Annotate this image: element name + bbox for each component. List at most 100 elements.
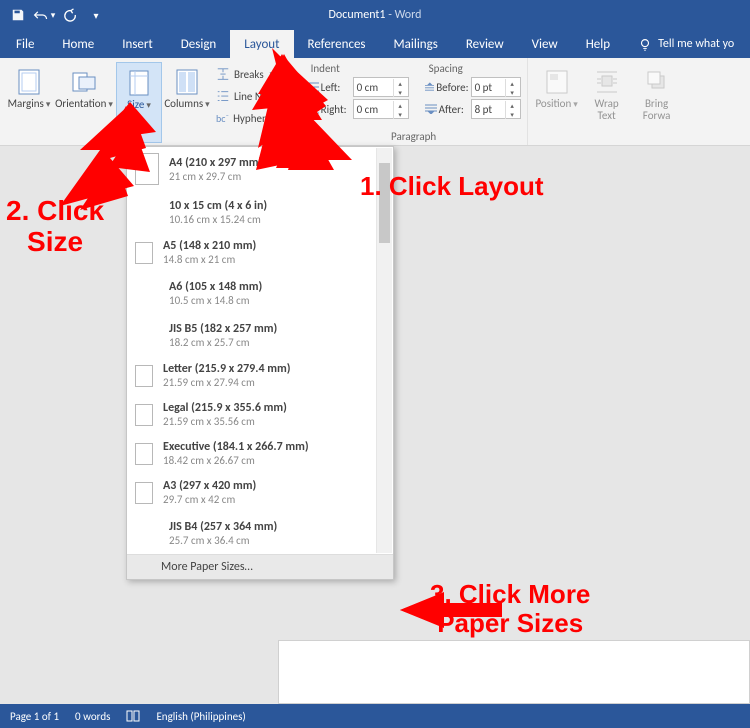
page-thumbnail-icon: [135, 242, 153, 264]
chevron-down-icon: ▾: [146, 100, 151, 111]
group-arrange: Position▾ Wrap Text Bring Forwa: [528, 58, 686, 145]
spacing-before-icon: [425, 82, 435, 92]
bring-forward-button[interactable]: Bring Forwa: [634, 62, 680, 143]
position-button[interactable]: Position▾: [534, 62, 580, 143]
size-button[interactable]: Size▾: [116, 62, 162, 143]
tab-help[interactable]: Help: [572, 30, 624, 58]
tell-me-label: Tell me what yo: [658, 37, 734, 51]
size-option-legal[interactable]: Legal (215.9 x 355.6 mm)21.59 cm x 35.56…: [127, 395, 393, 434]
columns-button[interactable]: Columns▾: [164, 62, 210, 143]
undo-icon: [33, 8, 49, 22]
chevron-down-icon: ▾: [108, 99, 113, 110]
group-paragraph: Indent Left: 0 cm▴▾ Right: 0 cm▴▾ Spacin…: [301, 58, 528, 145]
title-bar: ▾ ▾ Document1 - Word: [0, 0, 750, 30]
indent-left-icon: [307, 82, 319, 92]
tab-review[interactable]: Review: [452, 30, 518, 58]
orientation-button[interactable]: Orientation▾: [54, 62, 114, 143]
breaks-button[interactable]: Breaks▾: [212, 64, 295, 84]
wrap-text-button[interactable]: Wrap Text: [584, 62, 630, 143]
qat-customize-button[interactable]: ▾: [84, 4, 108, 26]
annotation-3: 3. Click MorePaper Sizes: [430, 580, 590, 637]
tell-me-search[interactable]: Tell me what yo: [624, 30, 734, 58]
book-icon: [126, 710, 140, 722]
size-option-a5[interactable]: A5 (148 x 210 mm)14.8 cm x 21 cm: [127, 233, 393, 272]
size-option-jis-b5[interactable]: JIS B5 (182 x 257 mm)18.2 cm x 25.7 cm: [127, 314, 393, 356]
chevron-down-icon: ▾: [270, 69, 275, 80]
undo-button[interactable]: ▾: [32, 4, 56, 26]
columns-icon: [176, 69, 198, 95]
wrap-text-icon: [596, 70, 618, 94]
size-option-executive[interactable]: Executive (184.1 x 266.7 mm)18.42 cm x 2…: [127, 434, 393, 473]
status-bar: Page 1 of 1 0 words English (Philippines…: [0, 704, 750, 728]
app-name: Word: [395, 8, 422, 22]
indent-left-label: Left:: [307, 81, 351, 94]
status-page[interactable]: Page 1 of 1: [10, 710, 59, 723]
page-thumbnail-icon: [135, 404, 153, 426]
indent-right-icon: [307, 104, 319, 114]
redo-button[interactable]: [58, 4, 82, 26]
size-option-10x15[interactable]: 10 x 15 cm (4 x 6 in)10.16 cm x 15.24 cm: [127, 191, 393, 233]
size-icon: [129, 70, 149, 96]
arrow-left-icon: [400, 592, 502, 628]
page-thumbnail-icon: [135, 365, 153, 387]
scrollbar-thumb[interactable]: [379, 163, 390, 243]
ribbon: Margins▾ Orientation▾ Size▾ Columns▾ Bre…: [0, 58, 750, 146]
tab-home[interactable]: Home: [48, 30, 108, 58]
page-thumbnail-icon: [135, 153, 159, 185]
size-option-jis-b4[interactable]: JIS B4 (257 x 364 mm)25.7 cm x 36.4 cm: [127, 512, 393, 554]
indent-right-label: Right:: [307, 103, 351, 116]
paragraph-group-label: Paragraph: [307, 128, 521, 143]
group-page-setup: Margins▾ Orientation▾ Size▾ Columns▾ Bre…: [0, 58, 301, 145]
page-thumbnail-icon: [135, 443, 153, 465]
window-title: Document1 - Word: [0, 8, 750, 22]
status-spellcheck[interactable]: [126, 710, 140, 722]
save-button[interactable]: [6, 4, 30, 26]
annotation-2: 2. ClickSize: [6, 196, 104, 258]
position-icon: [546, 70, 568, 94]
line-numbers-icon: [216, 89, 230, 103]
save-icon: [11, 8, 25, 22]
bring-forward-icon: [646, 70, 668, 94]
chevron-down-icon: ▾: [51, 10, 56, 21]
status-language[interactable]: English (Philippines): [156, 710, 245, 723]
tab-insert[interactable]: Insert: [108, 30, 167, 58]
document-name: Document1: [329, 8, 386, 22]
chevron-down-icon: ▾: [205, 99, 210, 110]
quick-access-toolbar: ▾ ▾: [6, 4, 108, 26]
chevron-down-icon: ▾: [46, 99, 51, 110]
line-numbers-button[interactable]: Line Num: [212, 86, 295, 106]
tab-view[interactable]: View: [518, 30, 572, 58]
status-words[interactable]: 0 words: [75, 710, 110, 723]
size-option-a3[interactable]: A3 (297 x 420 mm)29.7 cm x 42 cm: [127, 473, 393, 512]
indent-header: Indent: [307, 62, 409, 75]
orientation-icon: [70, 70, 98, 94]
spacing-after-label: After:: [425, 103, 469, 116]
hyphenation-icon: bc⁻: [216, 112, 229, 125]
tab-file[interactable]: File: [2, 30, 48, 58]
redo-icon: [63, 8, 77, 22]
chevron-down-icon: ▾: [93, 9, 98, 22]
tab-layout[interactable]: Layout: [230, 30, 293, 58]
size-option-a6[interactable]: A6 (105 x 148 mm)10.5 cm x 14.8 cm: [127, 272, 393, 314]
margins-icon: [18, 69, 40, 95]
ribbon-tabs: File Home Insert Design Layout Reference…: [0, 30, 750, 58]
more-paper-sizes[interactable]: More Paper Sizes…: [127, 554, 393, 579]
spacing-before-label: Before:: [425, 81, 469, 94]
document-canvas[interactable]: [278, 640, 750, 704]
margins-button[interactable]: Margins▾: [6, 62, 52, 143]
size-option-letter[interactable]: Letter (215.9 x 279.4 mm)21.59 cm x 27.9…: [127, 356, 393, 395]
scrollbar[interactable]: [376, 148, 392, 553]
tab-design[interactable]: Design: [167, 30, 230, 58]
tab-mailings[interactable]: Mailings: [380, 30, 452, 58]
size-dropdown: A4 (210 x 297 mm)21 cm x 29.7 cm 10 x 15…: [126, 146, 394, 580]
spacing-after-icon: [425, 104, 437, 114]
spacing-before-input[interactable]: 0 pt▴▾: [471, 77, 521, 97]
indent-left-input[interactable]: 0 cm▴▾: [353, 77, 409, 97]
hyphenation-button[interactable]: bc⁻ Hyphenation: [212, 108, 295, 128]
spacing-header: Spacing: [425, 62, 521, 75]
arrow-to-more-sizes-icon: [400, 594, 500, 626]
spacing-after-input[interactable]: 8 pt▴▾: [471, 99, 521, 119]
indent-right-input[interactable]: 0 cm▴▾: [353, 99, 409, 119]
tab-references[interactable]: References: [294, 30, 380, 58]
size-option-a4[interactable]: A4 (210 x 297 mm)21 cm x 29.7 cm: [127, 147, 393, 191]
